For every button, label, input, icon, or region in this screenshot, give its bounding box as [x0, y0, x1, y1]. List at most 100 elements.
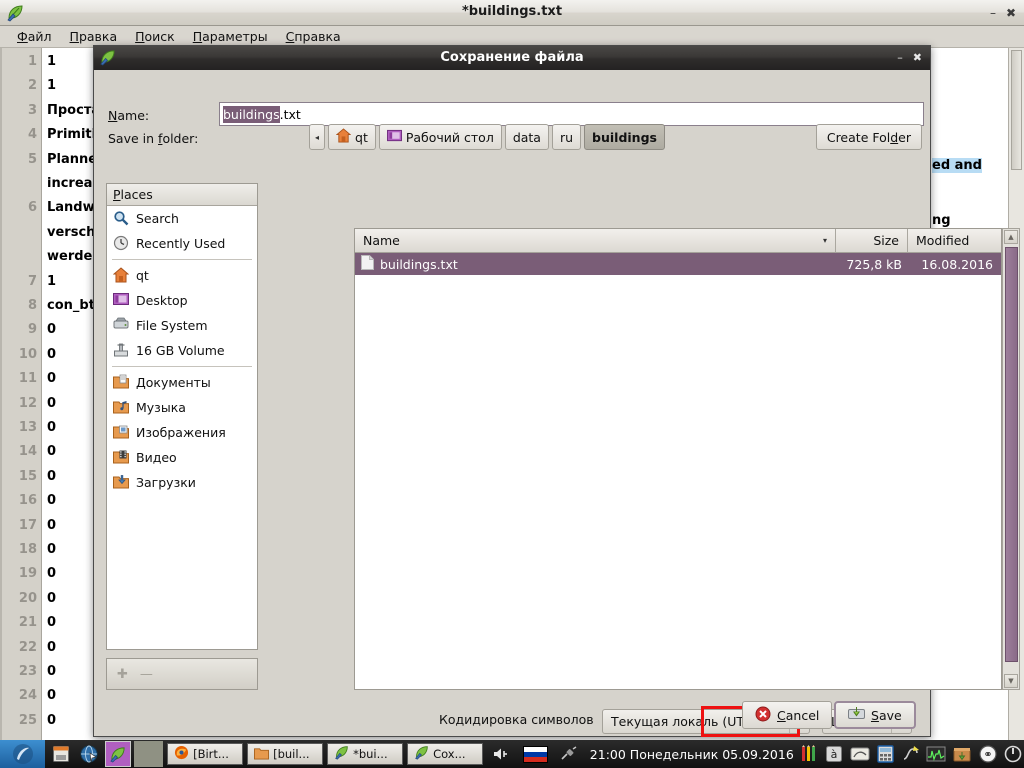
column-header-modified-label: Modified [916, 233, 970, 248]
line-number: 6 [27, 200, 37, 216]
file-list: Name ▾ Size Modified buildings.txt 725,8… [354, 228, 1002, 690]
menu-search[interactable]: Поиск [126, 27, 184, 46]
svg-text:à: à [831, 748, 838, 761]
line-number: 8 [27, 298, 37, 313]
file-list-scroll-thumb[interactable] [1005, 247, 1018, 662]
close-icon[interactable]: ✖ [1006, 7, 1016, 19]
monitor-graph-icon[interactable] [926, 743, 948, 765]
scroll-down-icon[interactable]: ▼ [1004, 674, 1018, 688]
calculator-icon[interactable] [875, 743, 897, 765]
column-header-size[interactable]: Size [836, 229, 908, 253]
code-line: 0 [47, 322, 57, 338]
file-list-vertical-scrollbar[interactable]: ▲ ▼ [1002, 228, 1020, 690]
place-item-pictures[interactable]: Изображения [107, 420, 257, 445]
breadcrumb-item-data[interactable]: data [504, 124, 549, 150]
column-header-modified[interactable]: Modified [908, 229, 1001, 253]
filename-input[interactable]: buildings .txt [219, 102, 924, 126]
menu-options[interactable]: Параметры [184, 27, 277, 46]
file-manager-icon[interactable] [48, 741, 74, 767]
taskbar-window-buildings-folder[interactable]: [buil... [247, 743, 324, 765]
taskbar-window-label: [Birt... [193, 747, 229, 761]
menu-edit[interactable]: Правка [61, 27, 127, 46]
updates-icon[interactable] [951, 743, 973, 765]
column-header-name[interactable]: Name ▾ [355, 229, 836, 253]
place-item-16gb-volume[interactable]: 16 GB Volume [107, 338, 257, 363]
place-item-recently-used[interactable]: Recently Used [107, 231, 257, 256]
keyboard-layout-flag-icon[interactable] [522, 745, 549, 763]
column-header-name-label: Name [363, 233, 400, 248]
place-item-video[interactable]: Видео [107, 445, 257, 470]
place-label: qt [136, 268, 149, 283]
volume-icon[interactable] [491, 743, 513, 765]
places-divider [112, 366, 252, 367]
code-fragment: ng [932, 213, 951, 228]
menu-file-accel: Ф [17, 29, 28, 44]
line-number: 9 [27, 322, 37, 338]
power-icon[interactable] [1002, 743, 1024, 765]
scroll-up-icon[interactable]: ▲ [1004, 230, 1018, 244]
menu-edit-rest: равка [78, 29, 118, 44]
place-label: Видео [136, 450, 177, 465]
desktop-pager[interactable] [133, 741, 164, 767]
folder-label-accel: f [158, 131, 163, 146]
breadcrumb-item-desktop[interactable]: Рабочий стол [378, 124, 502, 150]
taskbar-window-label: *bui... [353, 747, 388, 761]
place-item-downloads[interactable]: Загрузки [107, 470, 257, 495]
code-line: 0 [47, 639, 57, 655]
place-item-desktop[interactable]: Desktop [107, 288, 257, 313]
start-menu-button[interactable] [0, 740, 46, 768]
place-item-search[interactable]: Search [107, 206, 257, 231]
plug-icon[interactable] [558, 743, 580, 765]
taskbar-window-birt[interactable]: [Birt... [167, 743, 244, 765]
save-button[interactable]: Save [834, 701, 916, 729]
dialog-window-controls: – ✖ [897, 50, 922, 66]
code-line: 0 [47, 542, 57, 557]
table-row[interactable]: buildings.txt 725,8 kB 16.08.2016 [355, 253, 1001, 275]
breadcrumb-item-buildings[interactable]: buildings [584, 124, 665, 150]
text-editor-icon[interactable] [105, 741, 131, 767]
minimize-icon[interactable]: – [897, 52, 903, 64]
editor-scroll-thumb[interactable] [1011, 50, 1022, 170]
filename-extension-text: .txt [279, 106, 301, 122]
place-label: Загрузки [136, 475, 196, 490]
pencils-icon[interactable] [798, 743, 820, 765]
line-number: 25 [18, 712, 37, 728]
web-browser-icon[interactable] [77, 741, 103, 767]
network-icon[interactable] [900, 743, 922, 765]
minimize-icon[interactable]: – [990, 7, 996, 19]
home-folder-icon [335, 128, 352, 146]
breadcrumb-item-ru[interactable]: ru [551, 124, 582, 150]
code-line: 0 [47, 493, 57, 509]
cancel-button[interactable]: Cancel [742, 701, 833, 729]
taskbar-window-save-dialog[interactable]: Cox... [407, 743, 484, 765]
remove-bookmark-icon[interactable]: — [140, 667, 153, 682]
place-item-file-system[interactable]: File System [107, 313, 257, 338]
pictures-folder-icon [113, 424, 130, 441]
taskbar-window-buildings-txt[interactable]: *bui... [327, 743, 404, 765]
clock-icon [113, 235, 130, 252]
create-folder-button[interactable]: Create Folder [815, 124, 922, 150]
place-item-music[interactable]: Музыка [107, 395, 257, 420]
code-fragment: ed and [932, 158, 982, 173]
keyboard-layout-icon[interactable]: à [823, 743, 845, 765]
accessibility-icon[interactable]: ⚭ [977, 743, 999, 765]
start-menu-icon [12, 744, 33, 764]
code-line: 0 [47, 346, 57, 362]
breadcrumb-item-qt[interactable]: qt [328, 124, 376, 150]
brush-icon[interactable] [849, 743, 871, 765]
close-icon[interactable]: ✖ [913, 52, 922, 64]
taskbar-window-label: [buil... [273, 747, 310, 761]
line-number-gutter: 1 2 3 4 5 6 7 8 9 10 11 12 13 14 15 16 17 18 19 20 21 22 23 24 2… [2, 48, 42, 740]
menu-help[interactable]: Справка [277, 27, 350, 46]
places-sidebar: Places Search Recently Used qt Desktop F… [106, 183, 258, 650]
code-line: 0 [47, 371, 57, 387]
breadcrumb-prev-button[interactable]: ◂ [309, 124, 326, 150]
menu-file[interactable]: Файл [8, 27, 61, 46]
place-item-documents[interactable]: Документы [107, 370, 257, 395]
code-line: 0 [47, 712, 57, 728]
place-item-qt[interactable]: qt [107, 263, 257, 288]
video-folder-icon [113, 449, 130, 466]
save-accel: S [871, 707, 879, 723]
breadcrumb-label: ru [559, 129, 574, 145]
add-bookmark-icon[interactable]: ✚ [117, 667, 128, 682]
